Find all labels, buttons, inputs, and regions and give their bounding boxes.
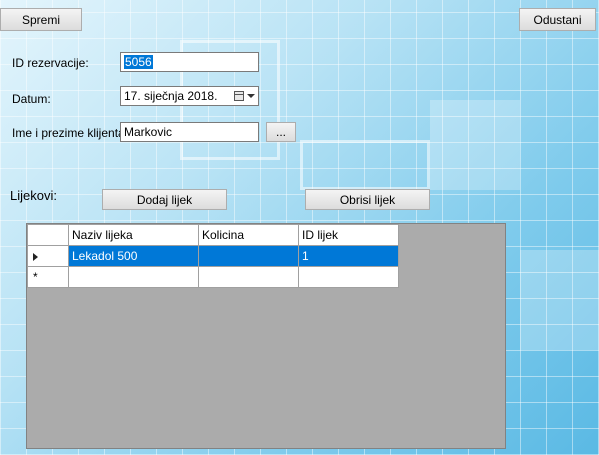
save-button[interactable]: Spremi — [0, 8, 82, 31]
row-header[interactable] — [27, 245, 69, 267]
medicines-grid[interactable]: Naziv lijeka Kolicina ID lijek Lekadol 5… — [26, 223, 506, 449]
background-block — [430, 100, 520, 190]
browse-client-button[interactable]: ... — [266, 122, 296, 142]
id-label: ID rezervacije: — [12, 56, 89, 70]
new-row-header[interactable]: * — [27, 266, 69, 288]
cell-id-new[interactable] — [298, 266, 399, 288]
column-header-id[interactable]: ID lijek — [298, 224, 399, 246]
cancel-button[interactable]: Odustani — [519, 8, 596, 31]
row-pointer-icon — [33, 252, 38, 261]
client-field[interactable]: Markovic — [120, 122, 259, 142]
client-label: Ime i prezime klijenta: — [12, 126, 129, 140]
column-header-naziv[interactable]: Naziv lijeka — [68, 224, 199, 246]
cell-id[interactable]: 1 — [298, 245, 399, 267]
id-field[interactable]: 5056 — [120, 52, 259, 72]
medicines-section-label: Lijekovi: — [10, 188, 57, 203]
background-cross-shape — [300, 140, 430, 190]
cell-naziv[interactable]: Lekadol 500 — [68, 245, 199, 267]
cell-kolicina[interactable] — [198, 245, 299, 267]
date-label: Datum: — [12, 92, 51, 106]
add-medicine-button[interactable]: Dodaj lijek — [102, 189, 227, 210]
table-header-row: Naziv lijeka Kolicina ID lijek — [27, 224, 399, 246]
chevron-down-icon[interactable] — [247, 94, 255, 98]
client-value: Markovic — [124, 125, 173, 139]
date-picker[interactable]: 17. siječnja 2018. — [120, 86, 259, 106]
new-table-row[interactable]: * — [27, 266, 399, 288]
calendar-icon[interactable] — [234, 91, 244, 101]
background-block — [520, 250, 599, 350]
column-header-kolicina[interactable]: Kolicina — [198, 224, 299, 246]
row-header-corner — [27, 224, 69, 246]
remove-medicine-button[interactable]: Obrisi lijek — [305, 189, 430, 210]
medicines-table: Naziv lijeka Kolicina ID lijek Lekadol 5… — [27, 224, 399, 288]
date-value: 17. siječnja 2018. — [124, 89, 218, 103]
cell-naziv-new[interactable] — [68, 266, 199, 288]
cell-kolicina-new[interactable] — [198, 266, 299, 288]
table-row[interactable]: Lekadol 500 1 — [27, 245, 399, 267]
id-value: 5056 — [124, 55, 153, 69]
